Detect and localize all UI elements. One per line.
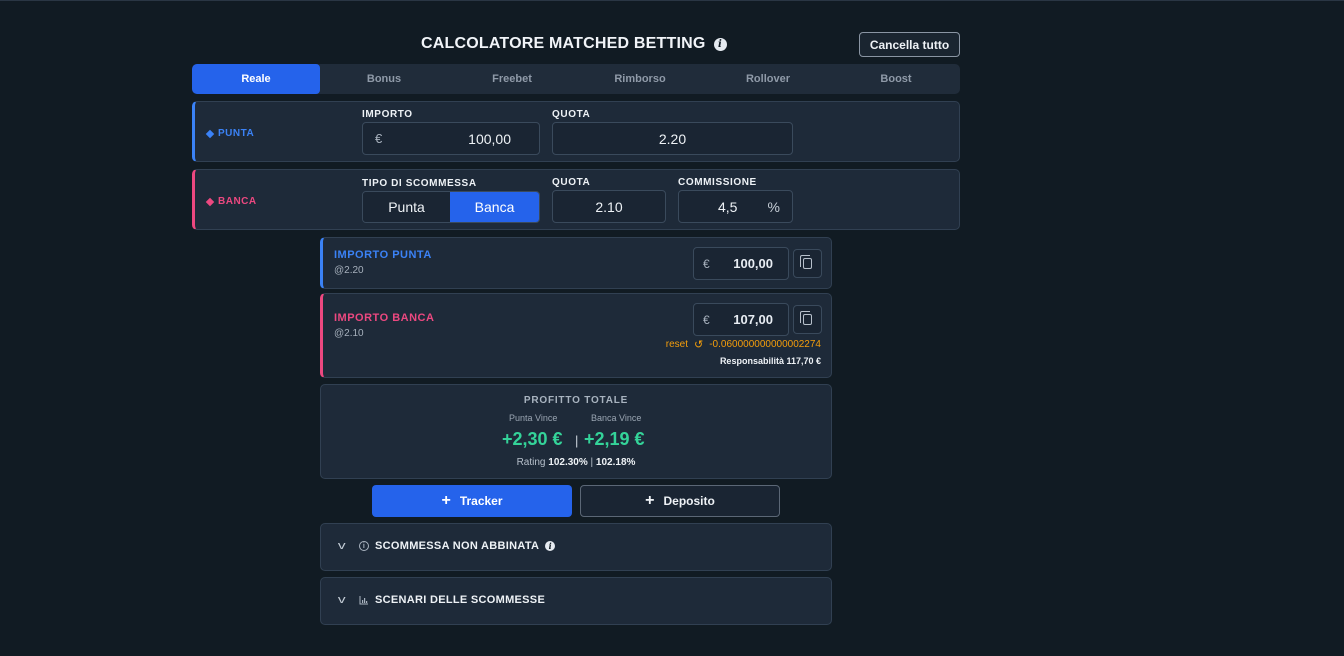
punta-panel: PUNTA IMPORTO € 100,00 QUOTA 2.20	[192, 101, 960, 162]
accordion-label: SCENARI DELLE SCOMMESSE	[375, 594, 546, 606]
copy-icon	[800, 255, 812, 269]
punta-label-text: PUNTA	[218, 128, 255, 139]
banca-quota-input[interactable]: 2.10	[552, 190, 666, 223]
tipo-scommessa-toggle: Punta Banca	[362, 191, 540, 223]
banca-quota-value: 2.10	[595, 198, 623, 215]
tab-reale[interactable]: Reale	[192, 64, 320, 94]
accordion-label: SCOMMESSA NON ABBINATA	[375, 540, 540, 552]
tab-freebet[interactable]: Freebet	[448, 64, 576, 94]
copy-banca-button[interactable]	[793, 305, 822, 334]
copy-punta-button[interactable]	[793, 249, 822, 278]
page-title-text: CALCOLATORE MATCHED BETTING	[421, 35, 706, 52]
info-icon[interactable]: i	[713, 37, 727, 51]
diamond-icon	[205, 129, 215, 138]
commissione-input[interactable]: 4,5 %	[678, 190, 793, 223]
banca-quota-label: QUOTA	[552, 177, 591, 188]
page-title: CALCOLATORE MATCHED BETTING i	[421, 35, 727, 53]
tab-boost[interactable]: Boost	[832, 64, 960, 94]
euro-icon: €	[375, 131, 383, 146]
reset-delta: -0.060000000000002274	[709, 339, 821, 350]
liability-text: Responsabilità 117,70 €	[719, 356, 821, 366]
importo-banca-value: 107,00	[733, 312, 773, 327]
banca-profit-value: +2,19 €	[584, 429, 645, 449]
deposito-label: Deposito	[663, 494, 715, 508]
tracker-label: Tracker	[459, 494, 503, 508]
toggle-banca-option[interactable]: Banca	[450, 192, 539, 222]
tab-rimborso[interactable]: Rimborso	[576, 64, 704, 94]
tab-bonus[interactable]: Bonus	[320, 64, 448, 94]
tab-rollover[interactable]: Rollover	[704, 64, 832, 94]
importo-punta-amount: € 100,00	[693, 247, 789, 280]
reset-icon[interactable]: ↺	[694, 338, 703, 351]
punta-profit-value: +2,30 €	[502, 429, 563, 449]
mode-tabs: Reale Bonus Freebet Rimborso Rollover Bo…	[192, 64, 960, 94]
importo-banca-odds: @2.10	[334, 328, 364, 339]
chevron-down-icon: v	[337, 594, 346, 606]
quota-label: QUOTA	[552, 109, 591, 120]
importo-banca-amount: € 107,00	[693, 303, 789, 336]
reset-row: reset ↺ -0.060000000000002274	[666, 338, 821, 351]
accordion-scenari-scommesse[interactable]: v SCENARI DELLE SCOMMESSE	[320, 577, 832, 625]
euro-icon: €	[703, 312, 710, 327]
percent-icon: %	[767, 198, 780, 215]
info-icon[interactable]: i	[545, 541, 556, 551]
importo-punta-value: 100,00	[733, 256, 773, 271]
profit-title: PROFITTO TOTALE	[523, 395, 629, 406]
rating-punta: 102.30%	[548, 457, 588, 468]
info-outline-icon: i	[359, 541, 369, 551]
punta-importo-input[interactable]: € 100,00	[362, 122, 540, 155]
banca-label-text: BANCA	[218, 196, 257, 207]
importo-label: IMPORTO	[362, 109, 413, 120]
euro-icon: €	[703, 256, 710, 271]
profit-card: PROFITTO TOTALE Punta Vince Banca Vince …	[320, 384, 832, 479]
plus-icon: +	[441, 492, 451, 509]
rating-banca: 102.18%	[595, 457, 636, 468]
diamond-icon	[205, 197, 215, 206]
banca-panel: BANCA TIPO DI SCOMMESSA Punta Banca QUOT…	[192, 169, 960, 230]
tracker-button[interactable]: + Tracker	[372, 485, 572, 517]
commissione-value: 4,5	[718, 198, 738, 215]
clear-all-button[interactable]: Cancella tutto	[859, 32, 960, 57]
importo-punta-title: IMPORTO PUNTA	[334, 249, 432, 261]
reset-link[interactable]: reset	[666, 339, 688, 350]
chevron-down-icon: v	[337, 540, 346, 552]
punta-importo-value: 100,00	[468, 130, 511, 147]
toggle-punta-option[interactable]: Punta	[363, 192, 451, 222]
banca-vince-label: Banca Vince	[591, 413, 642, 423]
importo-punta-card: IMPORTO PUNTA @2.20 € 100,00	[320, 237, 832, 289]
rating-label: Rating	[516, 457, 546, 468]
accordion-scommessa-non-abbinata[interactable]: v i SCOMMESSA NON ABBINATA i	[320, 523, 832, 571]
importo-punta-odds: @2.20	[334, 265, 364, 276]
accordion-title: SCENARI DELLE SCOMMESSE	[359, 594, 545, 606]
rating-row: Rating 102.30% | 102.18%	[321, 457, 831, 468]
plus-icon: +	[645, 492, 655, 509]
importo-banca-title: IMPORTO BANCA	[334, 312, 435, 324]
commissione-label: COMMISSIONE	[678, 177, 757, 188]
profit-separator: |	[575, 433, 579, 448]
rating-separator: |	[590, 457, 594, 468]
accordion-title: i SCOMMESSA NON ABBINATA i	[359, 540, 556, 552]
punta-quota-input[interactable]: 2.20	[552, 122, 793, 155]
punta-section-label: PUNTA	[205, 128, 255, 139]
chart-icon	[359, 596, 368, 605]
copy-icon	[800, 311, 812, 325]
tipo-scommessa-label: TIPO DI SCOMMESSA	[362, 178, 477, 189]
banca-section-label: BANCA	[205, 196, 257, 207]
deposito-button[interactable]: + Deposito	[580, 485, 780, 517]
importo-banca-card: IMPORTO BANCA @2.10 € 107,00 reset ↺ -0.…	[320, 293, 832, 378]
punta-quota-value: 2.20	[658, 130, 687, 147]
punta-vince-label: Punta Vince	[509, 413, 558, 423]
